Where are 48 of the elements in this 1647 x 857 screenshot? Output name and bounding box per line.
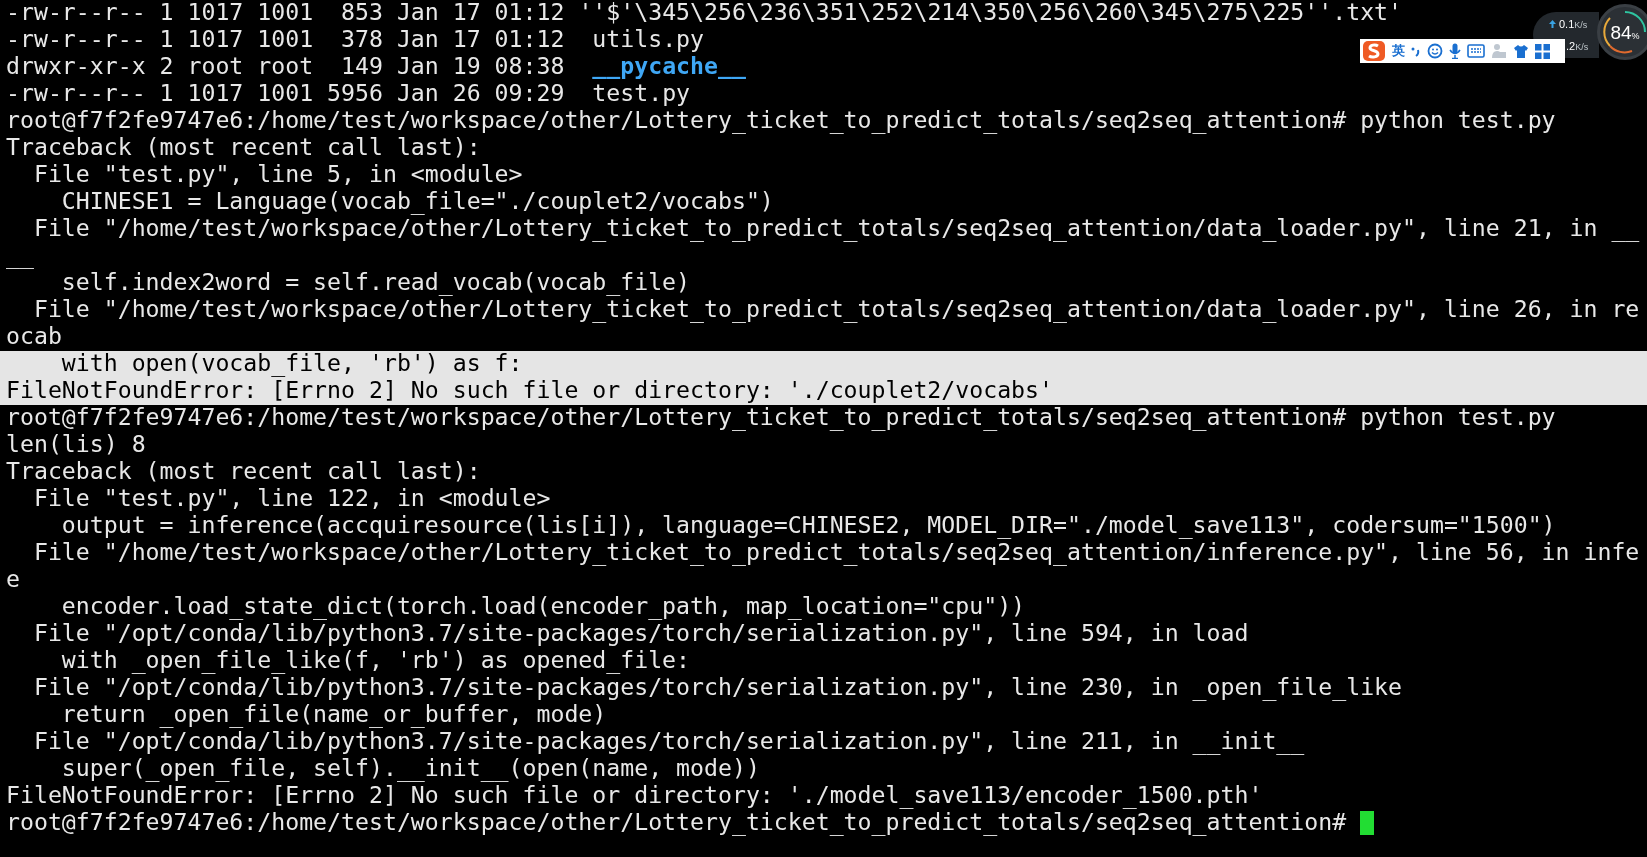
- upload-speed: 0.1K/s: [1559, 16, 1588, 32]
- terminal-text: Traceback (most recent call last):: [6, 135, 481, 162]
- smiley-icon[interactable]: [1427, 43, 1443, 59]
- terminal-text: with open(vocab_file, 'rb') as f:: [60, 351, 523, 378]
- terminal-text: __: [6, 243, 34, 270]
- terminal-text: return _open_file(name_or_buffer, mode): [60, 702, 607, 729]
- arrow-up-icon: [1549, 19, 1556, 28]
- terminal-text: CHINESE1 = Language(vocab_file="./couplet2/vocabs"): [60, 189, 774, 216]
- microphone-icon[interactable]: [1449, 43, 1461, 59]
- shirt-icon[interactable]: [1513, 43, 1529, 59]
- usage-percent: 84%: [1610, 22, 1640, 42]
- listing-text: -rw-r--r-- 1 1017 1001 5956 Jan 26 09:29: [6, 81, 566, 108]
- keyboard-icon[interactable]: [1467, 44, 1485, 58]
- file-name: test.py: [592, 81, 691, 108]
- terminal-text: super(_open_file, self).__init__(open(name, mode)): [60, 756, 760, 783]
- terminal-text: e: [6, 567, 20, 594]
- terminal-text: File "test.py", line 5, in <module>: [32, 162, 523, 189]
- ime-logo-icon[interactable]: [1362, 40, 1386, 62]
- listing-text: drwxr-xr-x 2 root root 149 Jan 19 08:38: [6, 54, 566, 81]
- grid-icon[interactable]: [1535, 43, 1550, 59]
- terminal-text: output = inference(accquiresource(lis[i]), language=CHINESE2, MODEL_DIR="./model_save113", codersum="1500"): [60, 513, 1556, 540]
- download-speed: .2K/s: [1566, 39, 1589, 54]
- input-mode-toggle[interactable]: 英: [1392, 41, 1405, 61]
- listing-text: -rw-r--r-- 1 1017 1001 378 Jan 17 01:12: [6, 27, 566, 54]
- terminal-text: FileNotFoundError: [Errno 2] No such file or directory: './model_save113/encoder_1500.pth': [6, 783, 1263, 810]
- terminal-text: with _open_file_like(f, 'rb') as opened_file:: [60, 648, 691, 675]
- file-name: utils.py: [592, 27, 704, 54]
- terminal-text: ocab: [6, 324, 62, 351]
- terminal-text: self.index2word = self.read_vocab(vocab_file): [60, 270, 691, 297]
- terminal-text: encoder.load_state_dict(torch.load(encoder_path, map_location="cpu")): [60, 594, 1026, 621]
- file-name: ''$'\345\256\236\351\252\214\350\256\260\345\275\225''.txt': [578, 0, 1403, 27]
- terminal-text: File "/home/test/workspace/other/Lottery_ticket_to_predict_totals/seq2seq_attention/data_loader.py", line 21, in __: [32, 216, 1640, 243]
- terminal-text: root@f7f2fe9747e6:/home/test/workspace/other/Lottery_ticket_to_predict_totals/seq2seq_attention#: [6, 810, 1348, 837]
- usage-gauge[interactable]: 84%: [1597, 4, 1647, 60]
- terminal-text: File "/home/test/workspace/other/Lottery_ticket_to_predict_totals/seq2seq_attention/data_loader.py", line 26, in re: [32, 297, 1640, 324]
- terminal-text: File "/opt/conda/lib/python3.7/site-packages/torch/serialization.py", line 594, in load: [32, 621, 1249, 648]
- terminal-text: File "/opt/conda/lib/python3.7/site-packages/torch/serialization.py", line 230, in _open_file_like: [32, 675, 1402, 702]
- terminal-text: File "/home/test/workspace/other/Lottery_ticket_to_predict_totals/seq2seq_attention/inference.py", line 56, in infe: [32, 540, 1640, 567]
- listing-text: -rw-r--r-- 1 1017 1001 853 Jan 17 01:12: [6, 0, 566, 27]
- directory-name: __pycache__: [592, 54, 746, 81]
- terminal-text: root@f7f2fe9747e6:/home/test/workspace/other/Lottery_ticket_to_predict_totals/seq2seq_attention# python test.py: [6, 405, 1556, 432]
- terminal-text: root@f7f2fe9747e6:/home/test/workspace/other/Lottery_ticket_to_predict_totals/seq2seq_attention# python test.py: [6, 108, 1556, 135]
- terminal-text: File "test.py", line 122, in <module>: [32, 486, 551, 513]
- terminal-text: Traceback (most recent call last):: [6, 459, 481, 486]
- gauge-ring-icon: [1602, 9, 1647, 55]
- terminal-text: len(lis) 8: [6, 432, 146, 459]
- terminal-text: FileNotFoundError: [Errno 2] No such file or directory: './couplet2/vocabs': [6, 378, 1053, 405]
- terminal-text: File "/opt/conda/lib/python3.7/site-packages/torch/serialization.py", line 211, in __init__: [32, 729, 1305, 756]
